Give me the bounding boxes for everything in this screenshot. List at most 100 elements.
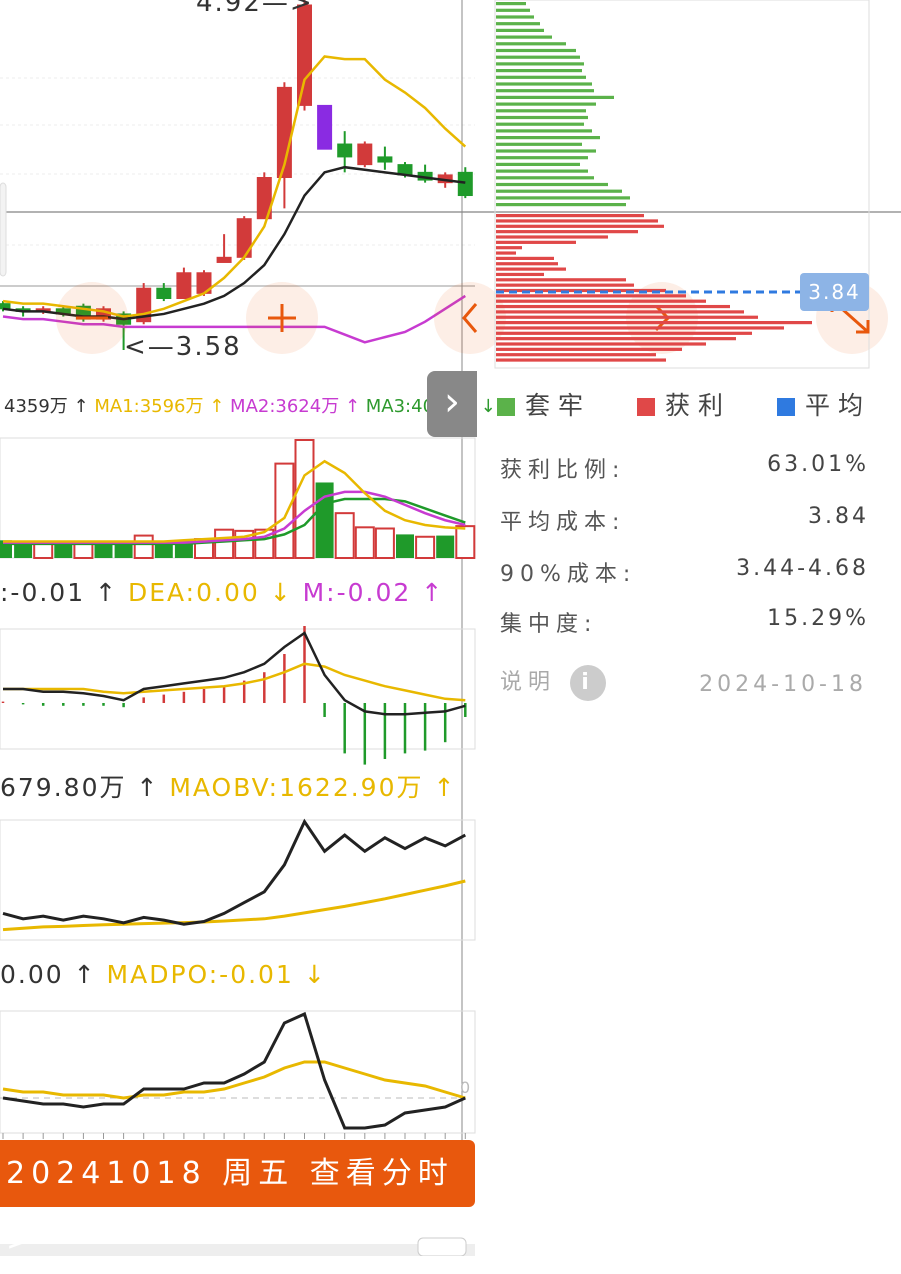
chip-bar-trapped bbox=[496, 142, 582, 146]
chip-bar-trapped bbox=[496, 42, 566, 46]
stat-90-cost-label: 90%成本: bbox=[500, 562, 637, 587]
volume-bar bbox=[334, 512, 355, 559]
madpo-value: MADPO:-0.01 bbox=[106, 960, 294, 989]
chip-bar-trapped bbox=[496, 122, 584, 126]
chip-bar-profit bbox=[496, 219, 658, 223]
chip-bar-trapped bbox=[496, 129, 592, 133]
chip-bar-trapped bbox=[496, 156, 588, 160]
chip-bar-trapped bbox=[496, 62, 584, 66]
candle-body bbox=[377, 156, 393, 163]
volume-bar bbox=[354, 526, 375, 560]
maobv-line bbox=[2, 879, 466, 932]
volume-bar bbox=[133, 534, 154, 560]
chip-bar-trapped bbox=[496, 169, 588, 173]
dpo-header: 0.00 ↑ MADPO:-0.01 ↓ bbox=[0, 960, 327, 989]
high-price-label: 4.92—> bbox=[196, 0, 314, 18]
legend-profit: 获利 bbox=[637, 386, 731, 422]
chip-bar-profit bbox=[496, 224, 664, 228]
volume-bar bbox=[315, 482, 334, 558]
chip-bar-trapped bbox=[496, 95, 614, 99]
stat-avg-cost-label: 平均成本: bbox=[500, 510, 626, 535]
chip-bar-trapped bbox=[496, 189, 622, 193]
legend-trapped-swatch bbox=[497, 398, 515, 416]
legend-average: 平均 bbox=[777, 386, 871, 422]
avg-price-tag: 3.84 bbox=[800, 273, 869, 311]
chip-bar-trapped bbox=[496, 69, 582, 73]
volume-header: 4359万 ↑ MA1:3596万 ↑ MA2:3624万 ↑ MA3:4095… bbox=[4, 396, 496, 417]
chip-bar-trapped bbox=[496, 35, 552, 39]
chip-bar-profit bbox=[496, 251, 516, 255]
dpo-zero-label: 0 bbox=[460, 1078, 471, 1097]
volume-bar bbox=[455, 525, 476, 560]
legend-average-swatch bbox=[777, 398, 795, 416]
chip-bar-profit bbox=[496, 240, 576, 244]
chip-bar-profit bbox=[496, 326, 784, 330]
chip-bar-trapped bbox=[496, 162, 580, 166]
macd-header: :-0.01 ↑ DEA:0.00 ↓ M:-0.02 ↑ bbox=[0, 578, 445, 607]
chip-bar-profit bbox=[496, 294, 686, 298]
macd-dif: :-0.01 bbox=[0, 578, 86, 607]
chip-bar-profit bbox=[496, 347, 682, 351]
volume-ma2: MA2:3624万 bbox=[230, 396, 340, 417]
chip-bar-profit bbox=[496, 337, 736, 341]
chip-bar-trapped bbox=[496, 15, 534, 19]
chip-bar-profit bbox=[496, 272, 544, 277]
chip-bar-trapped bbox=[496, 48, 576, 53]
chip-bar-profit bbox=[496, 321, 812, 325]
chip-bar-trapped bbox=[496, 2, 526, 6]
legend-profit-swatch bbox=[637, 398, 655, 416]
dpo-value: 0.00 bbox=[0, 960, 64, 989]
chip-bar-profit bbox=[496, 267, 566, 271]
volume-bar bbox=[436, 535, 455, 558]
view-intraday-button[interactable]: 20241018 周五 查看分时 > bbox=[0, 1140, 475, 1258]
chip-bar-trapped bbox=[496, 22, 540, 26]
chip-bar-trapped bbox=[496, 203, 626, 207]
obv-value: 679.80万 bbox=[0, 773, 127, 802]
chip-bar-trapped bbox=[496, 115, 588, 120]
low-price-label: <—3.58 bbox=[124, 332, 242, 362]
chip-bar-profit bbox=[496, 310, 744, 314]
chip-bar-profit bbox=[496, 246, 522, 250]
chip-bar-profit bbox=[496, 283, 634, 287]
macd-dea-line bbox=[3, 662, 466, 702]
kline-canvas[interactable] bbox=[0, 0, 901, 1256]
info-icon[interactable]: i bbox=[570, 665, 607, 701]
chip-date: 2024-10-18 bbox=[699, 672, 867, 697]
stat-90-cost-value: 3.44-4.68 bbox=[736, 556, 869, 581]
chip-bar-profit bbox=[496, 262, 558, 266]
macd-m: M:-0.02 bbox=[302, 578, 412, 607]
chip-bar-trapped bbox=[496, 196, 630, 200]
chip-bar-profit bbox=[496, 214, 644, 218]
chip-bar-profit bbox=[496, 342, 706, 346]
stat-profit-ratio-label: 获利比例: bbox=[500, 458, 626, 483]
volume-bar bbox=[415, 535, 436, 560]
candle-body bbox=[156, 287, 172, 300]
obv-panel-frame bbox=[0, 819, 476, 941]
chip-bar-profit bbox=[496, 278, 626, 282]
stat-profit-ratio-value: 63.01% bbox=[767, 452, 869, 477]
stat-concentration-value: 15.29% bbox=[767, 606, 869, 631]
legend-trapped: 套牢 bbox=[497, 386, 591, 422]
volume-bar bbox=[294, 439, 315, 559]
chip-bar-trapped bbox=[496, 82, 592, 86]
candle-body bbox=[337, 143, 353, 158]
volume-bar bbox=[274, 462, 295, 560]
scrollbar-track bbox=[0, 1244, 475, 1256]
scrollbar-thumb bbox=[417, 1237, 467, 1256]
candle-body bbox=[216, 256, 232, 263]
volume-bar bbox=[214, 528, 235, 559]
expand-arrow-button[interactable]: › bbox=[427, 371, 477, 437]
chip-bar-trapped bbox=[496, 109, 586, 113]
chip-bar-trapped bbox=[496, 102, 596, 106]
chip-bar-trapped bbox=[496, 176, 594, 180]
chip-bar-trapped bbox=[496, 28, 544, 32]
candle-body bbox=[317, 104, 333, 150]
chip-bar-trapped bbox=[496, 136, 600, 140]
note-link[interactable]: 说明 i bbox=[500, 664, 607, 701]
chip-bar-trapped bbox=[496, 55, 580, 59]
candle-body bbox=[297, 4, 312, 106]
chip-bar-profit bbox=[496, 315, 758, 319]
volume-value: 4359万 bbox=[4, 396, 68, 417]
candle-body bbox=[457, 171, 473, 197]
kline-ma-yellow bbox=[2, 55, 467, 318]
